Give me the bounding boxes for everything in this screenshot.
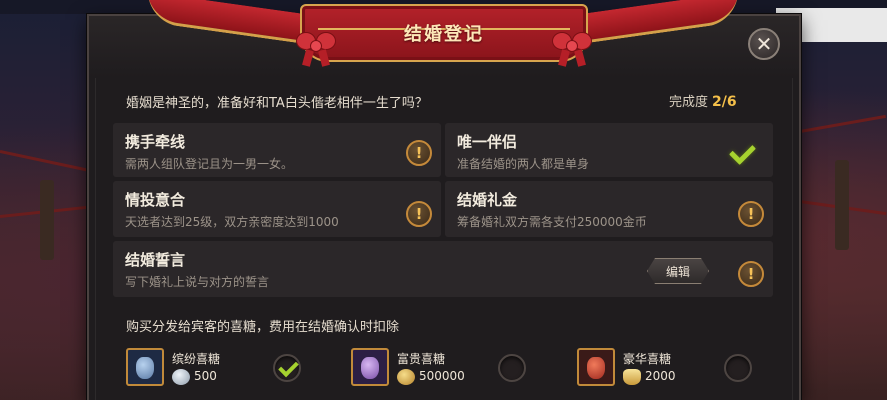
candy-price: 2000 [645,369,676,383]
close-icon: ✕ [755,32,773,56]
silver-coin-icon [172,369,190,385]
task-cell: 唯一伴侣 准备结婚的两人都是单身 [445,123,773,177]
candy-price: 500000 [419,369,465,383]
edit-vow-button[interactable]: 编辑 [647,258,709,284]
warning-icon[interactable]: ! [738,201,764,227]
task-title: 结婚誓言 [125,251,186,269]
intro-question: 婚姻是神圣的，准备好和TA白头偕老相伴一生了吗？ [126,96,428,111]
checkmark-icon [731,139,759,163]
candy-bag-icon [577,348,615,386]
candy-bag-icon [351,348,389,386]
gold-ingot-icon [623,369,641,385]
progress-indicator: 完成度 2/6 [669,91,737,110]
task-description: 准备结婚的两人都是单身 [457,157,590,171]
warning-icon[interactable]: ! [406,140,432,166]
task-title: 唯一伴侣 [457,133,518,151]
candy-select-radio[interactable] [498,354,526,382]
candy-bag-icon [126,348,164,386]
candy-select-radio[interactable] [724,354,752,382]
candy-name: 缤纷喜糖 [172,352,221,366]
task-title: 情投意合 [125,191,186,209]
candy-name: 富贵喜糖 [397,352,446,366]
task-cell: 结婚礼金 筹备婚礼双方需各支付250000金币 ! [445,181,773,237]
warning-icon[interactable]: ! [738,261,764,287]
task-title: 携手牵线 [125,133,186,151]
task-cell: 情投意合 天选者达到25级，双方亲密度达到1000 ! [113,181,441,237]
candy-select-radio[interactable] [273,354,301,382]
task-description: 筹备婚礼双方需各支付250000金币 [457,215,647,229]
candy-section-heading: 购买分发给宾客的喜糖，费用在结婚确认时扣除 [126,320,400,335]
task-description: 天选者达到25级，双方亲密度达到1000 [125,215,339,229]
progress-label: 完成度 [669,95,709,110]
task-description: 需两人组队登记且为一男一女。 [125,157,294,171]
close-button[interactable]: ✕ [748,28,780,60]
task-title: 结婚礼金 [457,191,518,209]
candy-price: 500 [194,369,217,383]
progress-value: 2/6 [712,94,737,110]
task-cell: 携手牵线 需两人组队登记且为一男一女。 ! [113,123,441,177]
gold-coin-icon [397,369,415,385]
warning-icon[interactable]: ! [406,201,432,227]
candy-name: 豪华喜糖 [623,352,672,366]
task-description: 写下婚礼上说与对方的誓言 [125,275,270,289]
